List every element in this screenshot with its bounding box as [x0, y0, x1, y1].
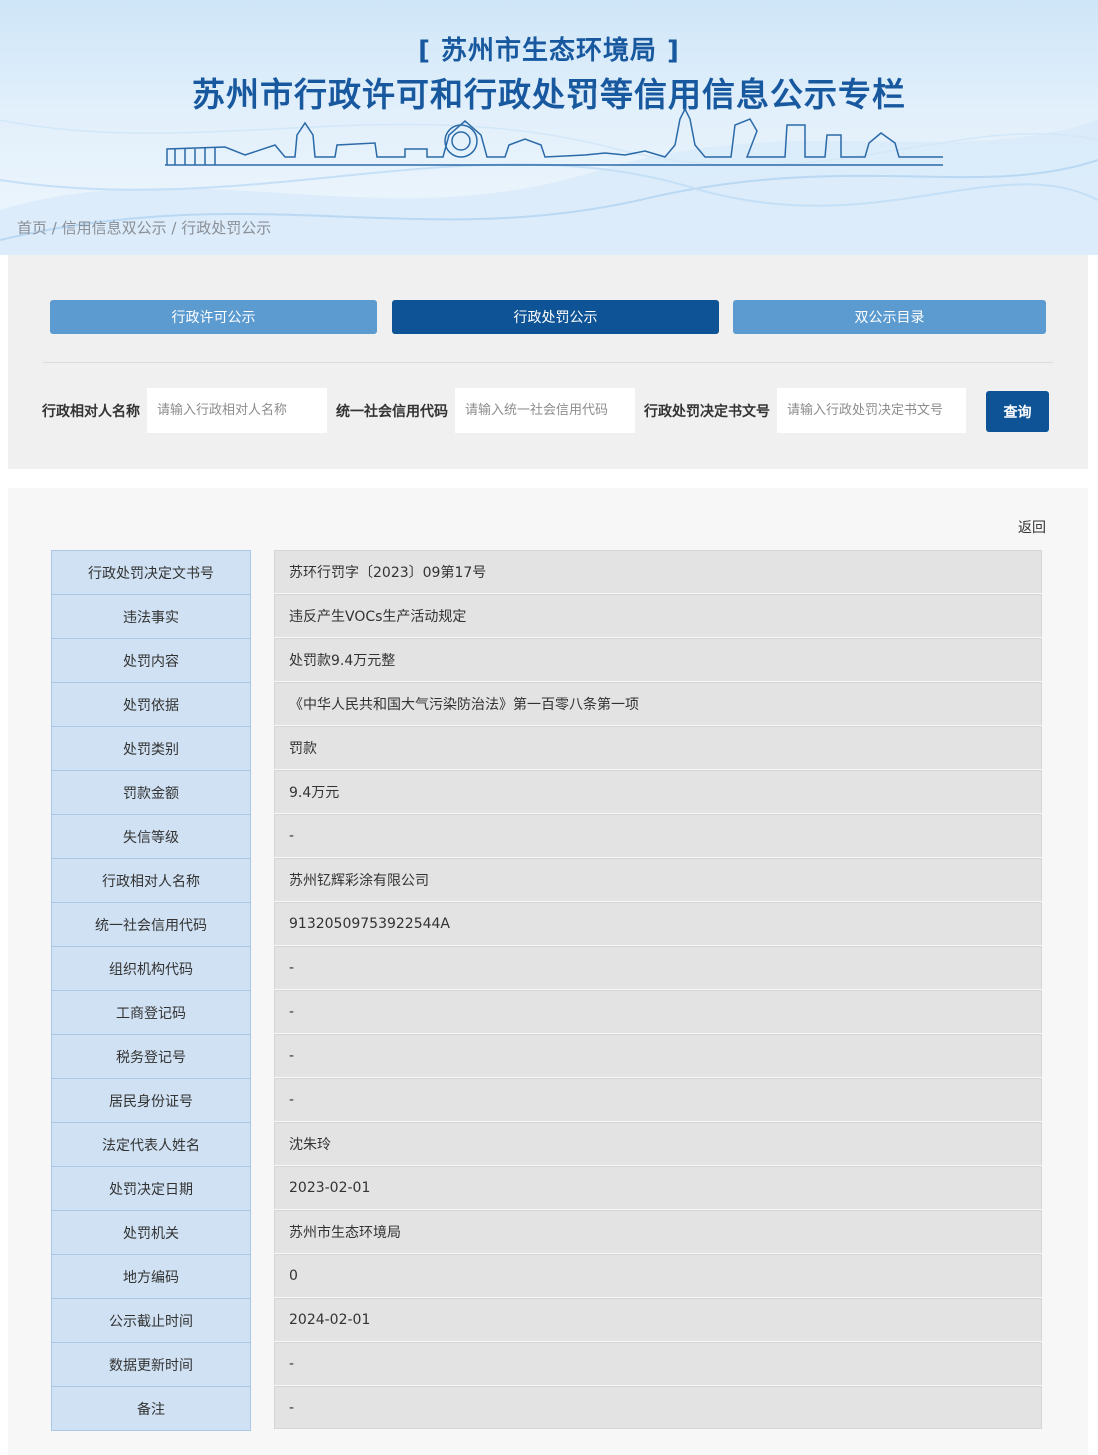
field-value: 沈朱玲 — [274, 1122, 1042, 1165]
table-row: 行政相对人名称 苏州钇辉彩涂有限公司 — [51, 858, 1044, 902]
credit-code-input[interactable] — [455, 388, 635, 433]
field-value: 违反产生VOCs生产活动规定 — [274, 594, 1042, 637]
field-value: 苏州钇辉彩涂有限公司 — [274, 858, 1042, 901]
query-button[interactable]: 查询 — [986, 391, 1049, 432]
field-value: 9.4万元 — [274, 770, 1042, 813]
breadcrumb-current: 行政处罚公示 — [181, 219, 272, 237]
field-value: 2024-02-01 — [274, 1298, 1042, 1341]
name-input[interactable] — [147, 388, 327, 433]
field-label: 备注 — [51, 1386, 251, 1431]
field-label: 失信等级 — [51, 814, 251, 858]
field-label: 工商登记码 — [51, 990, 251, 1034]
decision-number-field-label: 行政处罚决定书文号 — [644, 404, 770, 420]
field-label: 居民身份证号 — [51, 1078, 251, 1122]
field-label: 处罚机关 — [51, 1210, 251, 1254]
field-label: 组织机构代码 — [51, 946, 251, 990]
field-value: 《中华人民共和国大气污染防治法》第一百零八条第一项 — [274, 682, 1042, 725]
header-banner: [ 苏州市生态环境局 ] 苏州市行政许可和行政处罚等信用信息公示专栏 首页 / … — [0, 0, 1098, 255]
breadcrumb-separator: / — [166, 219, 182, 237]
field-value: 91320509753922544A — [274, 902, 1042, 945]
table-row: 违法事实 违反产生VOCs生产活动规定 — [51, 594, 1044, 638]
field-label: 行政处罚决定文书号 — [51, 550, 251, 594]
field-value: - — [274, 1342, 1042, 1385]
table-row: 罚款金额 9.4万元 — [51, 770, 1044, 814]
field-value: 苏环行罚字〔2023〕09第17号 — [274, 550, 1042, 593]
field-value: 罚款 — [274, 726, 1042, 769]
field-value: - — [274, 1034, 1042, 1077]
field-label: 法定代表人姓名 — [51, 1122, 251, 1166]
table-row: 处罚类别 罚款 — [51, 726, 1044, 770]
table-row: 处罚机关 苏州市生态环境局 — [51, 1210, 1044, 1254]
table-row: 法定代表人姓名 沈朱玲 — [51, 1122, 1044, 1166]
breadcrumb-credit-dual-link[interactable]: 信用信息双公示 — [62, 219, 167, 237]
field-value: 处罚款9.4万元整 — [274, 638, 1042, 681]
detail-section: 返回 行政处罚决定文书号 苏环行罚字〔2023〕09第17号 违法事实 违反产生VOC… — [8, 488, 1088, 1455]
field-label: 统一社会信用代码 — [51, 902, 251, 946]
field-value: 0 — [274, 1254, 1042, 1297]
tab-administrative-penalty[interactable]: 行政处罚公示 — [392, 300, 719, 334]
table-row: 税务登记号 - — [51, 1034, 1044, 1078]
table-row: 统一社会信用代码 91320509753922544A — [51, 902, 1044, 946]
table-row: 处罚依据 《中华人民共和国大气污染防治法》第一百零八条第一项 — [51, 682, 1044, 726]
tab-dual-publicity-catalog[interactable]: 双公示目录 — [733, 300, 1046, 334]
field-value: 苏州市生态环境局 — [274, 1210, 1042, 1253]
field-label: 地方编码 — [51, 1254, 251, 1298]
table-row: 公示截止时间 2024-02-01 — [51, 1298, 1044, 1342]
field-label: 公示截止时间 — [51, 1298, 251, 1342]
field-label: 罚款金额 — [51, 770, 251, 814]
breadcrumb-separator: / — [47, 219, 62, 237]
table-row: 备注 - — [51, 1386, 1044, 1431]
table-row: 行政处罚决定文书号 苏环行罚字〔2023〕09第17号 — [51, 550, 1044, 594]
field-value: 2023-02-01 — [274, 1166, 1042, 1209]
bureau-subtitle: [ 苏州市生态环境局 ] — [418, 36, 680, 66]
credit-code-field-label: 统一社会信用代码 — [336, 404, 448, 420]
field-label: 违法事实 — [51, 594, 251, 638]
panel-divider — [43, 362, 1053, 363]
field-label: 处罚依据 — [51, 682, 251, 726]
field-value: - — [274, 1386, 1042, 1429]
name-field-label: 行政相对人名称 — [42, 404, 140, 420]
field-label: 处罚类别 — [51, 726, 251, 770]
table-row: 数据更新时间 - — [51, 1342, 1044, 1386]
search-panel: 行政许可公示 行政处罚公示 双公示目录 行政相对人名称 统一社会信用代码 行政处… — [8, 255, 1088, 469]
table-row: 组织机构代码 - — [51, 946, 1044, 990]
field-value: - — [274, 1078, 1042, 1121]
field-label: 税务登记号 — [51, 1034, 251, 1078]
table-row: 处罚内容 处罚款9.4万元整 — [51, 638, 1044, 682]
field-label: 处罚决定日期 — [51, 1166, 251, 1210]
field-value: - — [274, 814, 1042, 857]
breadcrumb-home-link[interactable]: 首页 — [17, 219, 47, 237]
back-link[interactable]: 返回 — [1018, 517, 1046, 537]
city-skyline-graphic — [165, 107, 943, 166]
decision-number-input[interactable] — [777, 388, 966, 433]
tab-administrative-permit[interactable]: 行政许可公示 — [50, 300, 377, 334]
field-value: - — [274, 990, 1042, 1033]
table-row: 工商登记码 - — [51, 990, 1044, 1034]
breadcrumb: 首页 / 信用信息双公示 / 行政处罚公示 — [17, 217, 271, 238]
field-label: 行政相对人名称 — [51, 858, 251, 902]
table-row: 地方编码 0 — [51, 1254, 1044, 1298]
field-value: - — [274, 946, 1042, 989]
field-label: 处罚内容 — [51, 638, 251, 682]
field-label: 数据更新时间 — [51, 1342, 251, 1386]
table-row: 居民身份证号 - — [51, 1078, 1044, 1122]
table-row: 处罚决定日期 2023-02-01 — [51, 1166, 1044, 1210]
table-row: 失信等级 - — [51, 814, 1044, 858]
